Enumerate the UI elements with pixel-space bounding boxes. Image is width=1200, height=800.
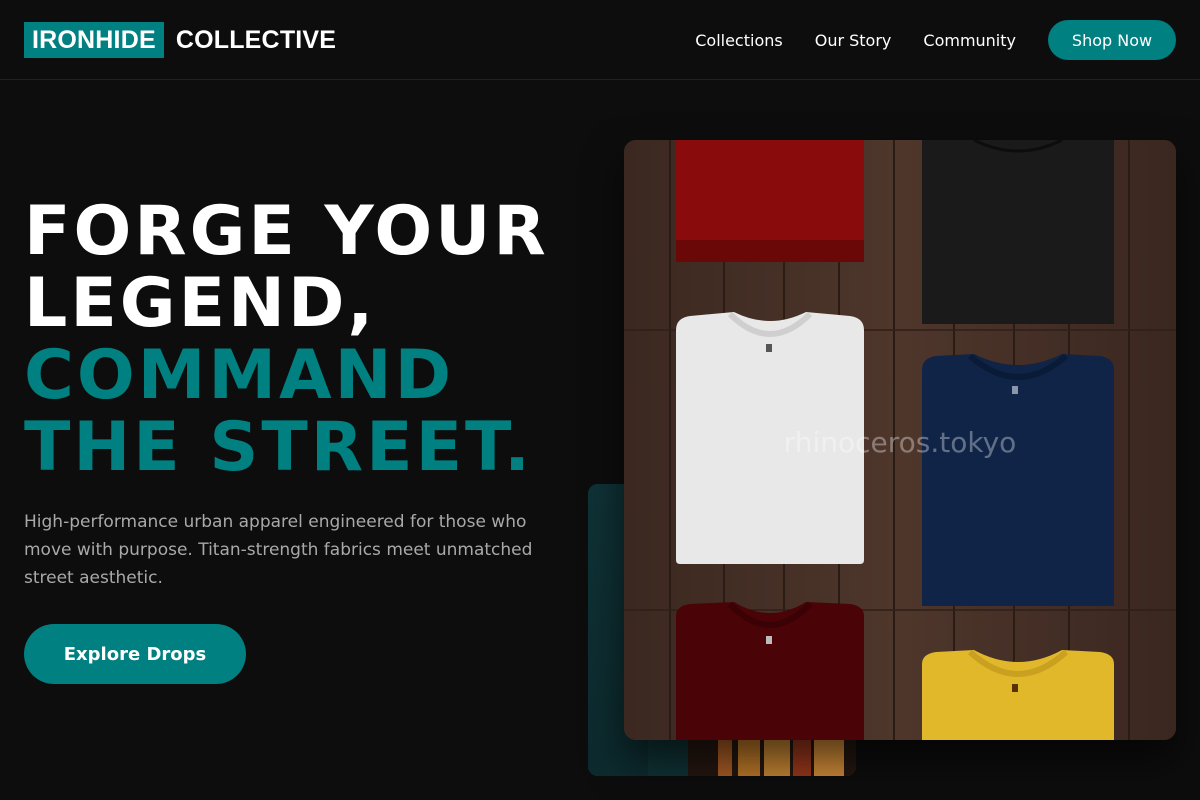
explore-drops-button[interactable]: Explore Drops — [24, 624, 246, 684]
logo-secondary-text: COLLECTIVE — [175, 25, 337, 54]
headline-accent-line-2: THE STREET. — [24, 408, 533, 487]
headline-line-2: LEGEND, — [24, 264, 377, 343]
folded-tshirts-image — [624, 140, 1176, 740]
logo-primary-text: IRONHIDE — [24, 22, 164, 58]
nav-link-community[interactable]: Community — [923, 31, 1016, 50]
shop-now-button[interactable]: Shop Now — [1048, 20, 1176, 60]
headline-line-1: FORGE YOUR — [24, 192, 549, 271]
nav-link-collections[interactable]: Collections — [695, 31, 782, 50]
hero-subcopy: High-performance urban apparel engineere… — [24, 512, 533, 588]
folded-tshirts-illustration — [624, 140, 1176, 740]
nav-link-our-story[interactable]: Our Story — [815, 31, 892, 50]
headline-accent-line-1: COMMAND — [24, 336, 455, 415]
brand-logo[interactable]: IRONHIDE COLLECTIVE — [24, 22, 336, 58]
site-header: IRONHIDE COLLECTIVE Collections Our Stor… — [0, 0, 1200, 80]
hero-headline: FORGE YOUR LEGEND, COMMAND THE STREET. — [24, 196, 584, 484]
main-nav: Collections Our Story Community Shop Now — [695, 20, 1176, 60]
